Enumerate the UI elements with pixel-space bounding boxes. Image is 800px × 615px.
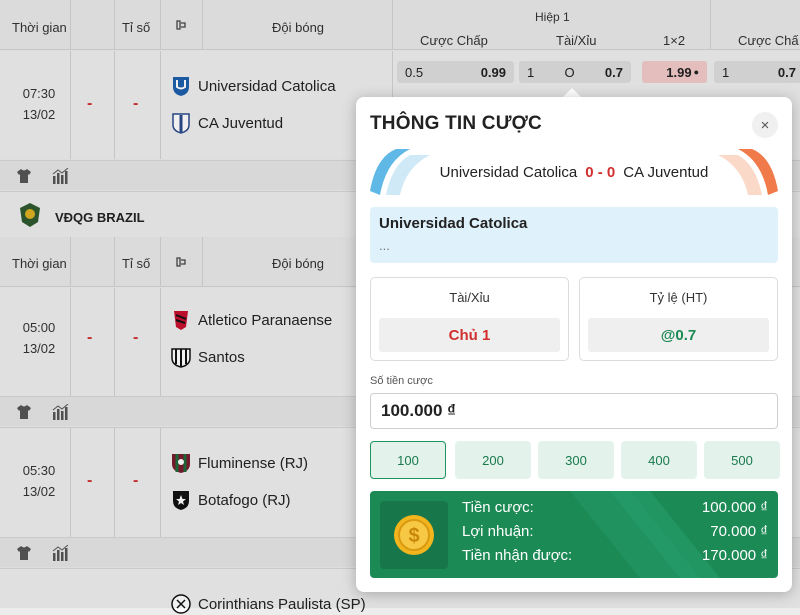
banner-score: 0 - 0 bbox=[585, 163, 616, 181]
svg-text:$: $ bbox=[408, 525, 419, 547]
quick-amount-500[interactable]: 500 bbox=[704, 441, 780, 479]
amount-input[interactable]: 100.000 ₫ bbox=[370, 393, 778, 429]
market-label: Tài/Xỉu bbox=[449, 290, 490, 305]
stake-row: Tiền cược: 100.000 ₫ bbox=[462, 499, 768, 516]
bet-info-modal: THÔNG TIN CƯỢC × Universidad Catolica 0 … bbox=[356, 97, 792, 592]
payout-row: Tiền nhận được: 170.000 ₫ bbox=[462, 547, 768, 564]
market-card: Tài/Xỉu Chủ 1 bbox=[370, 277, 569, 361]
amount-label: Số tiền cược bbox=[370, 375, 433, 387]
quick-amount-400[interactable]: 400 bbox=[621, 441, 697, 479]
modal-title: THÔNG TIN CƯỢC bbox=[370, 113, 542, 134]
quick-amount-300[interactable]: 300 bbox=[538, 441, 614, 479]
close-button[interactable]: × bbox=[752, 112, 778, 138]
pick-subtitle: ... bbox=[379, 238, 390, 253]
banner-home-team: Universidad Catolica bbox=[439, 163, 578, 181]
odds-value: @0.7 bbox=[588, 318, 769, 352]
market-value: Chủ 1 bbox=[379, 318, 560, 352]
quick-amount-200[interactable]: 200 bbox=[455, 441, 531, 479]
bet-summary: $ Tiền cược: 100.000 ₫ Lợi nhuận: 70.000 ₫… bbox=[370, 491, 778, 578]
odds-label: Tỷ lệ (HT) bbox=[649, 290, 708, 305]
close-icon: × bbox=[760, 116, 770, 134]
coin-icon: $ bbox=[380, 501, 448, 569]
match-banner: Universidad Catolica 0 - 0 CA Juventud bbox=[370, 147, 778, 197]
banner-away-team: CA Juventud bbox=[623, 163, 709, 181]
pick-team: Universidad Catolica bbox=[379, 215, 528, 232]
odds-card: Tỷ lệ (HT) @0.7 bbox=[579, 277, 778, 361]
quick-amount-100[interactable]: 100 bbox=[370, 441, 446, 479]
selected-pick: Universidad Catolica ... bbox=[370, 207, 778, 263]
profit-row: Lợi nhuận: 70.000 ₫ bbox=[462, 523, 768, 540]
